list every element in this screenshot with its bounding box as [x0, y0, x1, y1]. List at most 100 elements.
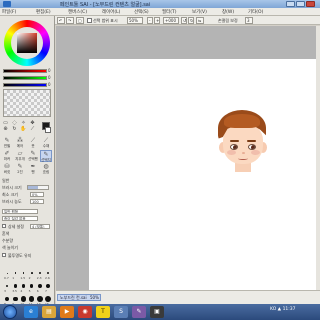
green-slider[interactable] [3, 76, 47, 80]
brush-bucket[interactable]: ⛁ 버킷 [1, 163, 13, 175]
brush-shape-select[interactable]: 일반 원형 [2, 209, 38, 214]
green-value: 0 [48, 75, 51, 80]
maximize-button[interactable] [296, 1, 305, 7]
ie-icon[interactable]: e [24, 306, 38, 318]
brush-deselect-pen[interactable]: ✎ 선택지 [40, 150, 52, 162]
start-button[interactable] [3, 305, 17, 319]
density-label: 브러시 농도 [2, 199, 22, 204]
menu-view[interactable]: 보기(V) [192, 9, 207, 15]
brush-label: 버킷 [3, 170, 11, 174]
zoom-out-button[interactable]: - [147, 17, 153, 24]
app-logo-icon [3, 1, 11, 7]
brush-select-pen[interactable]: ✎ 선택펜 [27, 150, 39, 162]
menu-window[interactable]: 창(W) [222, 9, 234, 15]
app-icon[interactable]: ▣ [150, 306, 164, 318]
menu-bar: 파일(F) 편집(E) 캔버스(C) 레이어(L) 선택(S) 필터(T) 보기… [0, 8, 320, 16]
zoom-tool-icon[interactable]: ⊕ [2, 126, 9, 132]
texture-select[interactable]: 종이 질감 없음 [2, 216, 38, 221]
brush-size-preset[interactable] [45, 283, 51, 289]
brush-size-preset[interactable] [14, 272, 16, 274]
hair-highlight [224, 114, 260, 128]
canvas-area[interactable] [56, 26, 320, 290]
paint-icon[interactable]: ✎ [132, 306, 146, 318]
brush-label: 마커 [3, 157, 11, 161]
menu-selection[interactable]: 선택(S) [134, 9, 149, 15]
rotate-right-button[interactable]: ↻ [188, 17, 194, 24]
hand-tool-icon[interactable]: ✋ [20, 126, 27, 132]
pen-icon: ✒ [30, 163, 36, 170]
canvas-paper[interactable] [89, 59, 320, 290]
chrome-icon[interactable]: ◉ [78, 306, 92, 318]
sai-icon[interactable]: S [114, 306, 128, 318]
menu-canvas[interactable]: 캔버스(C) [68, 9, 87, 15]
brush-size-preset[interactable] [36, 296, 43, 302]
blue-slider[interactable] [3, 83, 47, 87]
brush-icon: ⟋ [30, 137, 36, 144]
brush-size-preset[interactable] [30, 272, 33, 274]
binary-pen-icon: ✎ [17, 163, 23, 170]
brush-size-preset[interactable] [37, 284, 42, 288]
brush-size-preset[interactable] [20, 296, 26, 302]
menu-other[interactable]: 기타(O) [248, 9, 263, 15]
brush-size-preset[interactable] [13, 284, 17, 288]
undo-button[interactable]: ↶ [57, 17, 65, 24]
detailed-checkbox[interactable] [2, 224, 6, 228]
zoom-select[interactable]: 50% [127, 17, 143, 24]
keep-opacity-checkbox[interactable] [2, 253, 6, 257]
brush-size-preset[interactable] [46, 271, 50, 275]
kakaotalk-icon[interactable]: T [96, 306, 110, 318]
redo-button[interactable]: ↷ [66, 17, 74, 24]
menu-filter[interactable]: 필터(T) [162, 9, 177, 15]
density-value[interactable]: 100 [30, 199, 44, 204]
brush-size-preset[interactable] [5, 284, 9, 288]
rotation-select[interactable]: +000 [163, 17, 179, 24]
vertical-scrollbar[interactable] [316, 26, 320, 290]
minimize-button[interactable] [286, 1, 295, 7]
deselect-button[interactable]: ▢ [76, 17, 84, 24]
quality-select[interactable]: 4 (보통) [30, 224, 50, 229]
left-cheek [227, 150, 236, 155]
close-button[interactable] [306, 1, 315, 7]
brush-size-preset[interactable] [12, 296, 18, 302]
brush-blur[interactable]: ◍ 흐림 [40, 163, 52, 175]
zoom-in-button[interactable]: + [154, 17, 160, 24]
background-color[interactable] [45, 127, 51, 133]
brush-marker[interactable]: ✐ 마커 [1, 150, 13, 162]
brush-size-preset[interactable] [4, 296, 10, 302]
stabilizer-select[interactable]: 3 [245, 17, 253, 24]
brush-binary-pen[interactable]: ✎ 2진 [14, 163, 26, 175]
rotate-tool-icon[interactable]: ↻ [11, 126, 18, 132]
detailed-label: 상세 설정 [8, 224, 24, 229]
brush-size-preset[interactable] [21, 284, 26, 288]
brush-size-preset[interactable] [28, 296, 35, 302]
menu-layer[interactable]: 레이어(L) [102, 9, 120, 15]
eraser-icon: ▱ [17, 150, 23, 157]
saturation-value-square[interactable] [17, 33, 37, 53]
brush-size-preset[interactable] [29, 284, 34, 288]
brush-airbrush[interactable]: ⁂ 에어 [14, 137, 26, 149]
brush-eraser[interactable]: ▱ 지우개 [14, 150, 26, 162]
rotate-left-button[interactable]: ↺ [181, 17, 187, 24]
brush-size-preset[interactable] [38, 271, 41, 275]
brush-size-preset[interactable] [22, 272, 25, 274]
red-slider[interactable] [3, 69, 47, 73]
menu-file[interactable]: 파일(F) [2, 9, 16, 15]
swatch-palette[interactable] [3, 89, 51, 117]
brush-size-preset[interactable] [6, 272, 8, 274]
folder-icon[interactable]: ▤ [42, 306, 56, 318]
min-size-value[interactable]: 0% [30, 192, 44, 197]
brush-brush[interactable]: ⟋ 붓 [27, 137, 39, 149]
eyedropper-tool-icon[interactable]: ⟋ [29, 126, 36, 132]
color-wheel[interactable] [4, 20, 50, 66]
selection-display-checkbox[interactable] [87, 18, 92, 23]
brush-label: 에어 [16, 144, 24, 148]
media-icon[interactable]: ▶ [60, 306, 74, 318]
menu-edit[interactable]: 편집(E) [36, 9, 51, 15]
brush-watercolor[interactable]: ⟋ 수채 [40, 137, 52, 149]
brush-pencil[interactable]: ✎ 연필 [1, 137, 13, 149]
color-extend-label: 색 늘이기 [2, 245, 18, 250]
flip-button[interactable]: ⇋ [196, 17, 204, 24]
brush-pen[interactable]: ✒ 펜 [27, 163, 39, 175]
brush-size-preset-label: 3 [4, 289, 6, 293]
brush-size-slider[interactable] [27, 185, 49, 190]
